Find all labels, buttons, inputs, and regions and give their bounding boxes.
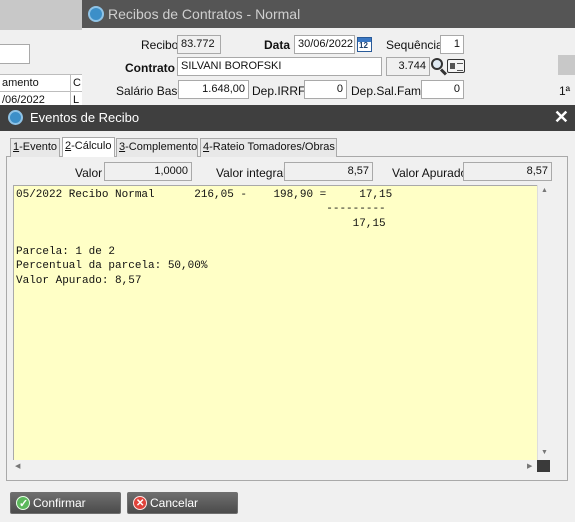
tab-rateio[interactable]: 4-Rateio Tomadores/Obras: [200, 138, 337, 157]
sequencia-label: Sequência: [386, 38, 443, 52]
vertical-scrollbar[interactable]: ▲ ▼: [537, 185, 550, 460]
scroll-left-icon[interactable]: ◀: [15, 462, 20, 470]
dep-sal-fam-field[interactable]: 0: [421, 80, 464, 99]
horizontal-scrollbar[interactable]: ◀ ▶: [13, 460, 537, 472]
confirm-button[interactable]: Confirmar: [10, 492, 121, 514]
tab-evento[interactable]: 1-Evento: [10, 138, 60, 157]
confirm-button-label: Confirmar: [33, 496, 86, 510]
app-logo-icon: [8, 110, 23, 125]
background-left-input[interactable]: [0, 44, 30, 64]
calculation-text: 05/2022 Recibo Normal 216,05 - 198,90 = …: [16, 189, 393, 287]
salario-base-field[interactable]: 1.648,00: [178, 80, 249, 99]
recibos-window-titlebar: Recibos de Contratos - Normal: [82, 0, 575, 28]
scroll-right-icon[interactable]: ▶: [527, 462, 532, 470]
background-left-window: amento C /06/2022 L: [0, 0, 84, 110]
dep-irrf-field[interactable]: 0: [304, 80, 347, 99]
dialog-footer: Confirmar Cancelar: [0, 488, 575, 522]
eventos-dialog: Eventos de Recibo ✕ 1-Evento 2-Cálculo 3…: [0, 105, 575, 522]
valor-integral-label: Valor integral: [216, 166, 286, 180]
contract-card-icon[interactable]: [447, 59, 465, 73]
tab-complemento-label: -Complemento: [125, 141, 198, 153]
scroll-up-icon[interactable]: ▲: [541, 187, 548, 194]
tab-evento-label: -Evento: [19, 141, 58, 153]
data-label: Data: [264, 38, 291, 52]
dialog-titlebar: Eventos de Recibo ✕: [0, 105, 575, 131]
cancel-icon: [133, 494, 147, 514]
background-grid-header: amento C: [0, 74, 84, 93]
contrato-name-field[interactable]: SILVANI BOROFSKI: [177, 57, 382, 76]
scrollbar-corner: [537, 460, 550, 472]
tab-rateio-label: -Rateio Tomadores/Obras: [209, 141, 335, 153]
cancel-button[interactable]: Cancelar: [127, 492, 238, 514]
contrato-label: Contrato: [125, 61, 175, 75]
valor-apurado-label: Valor Apurado: [392, 166, 468, 180]
valor-apurado-field[interactable]: 8,57: [463, 162, 552, 181]
dep-irrf-label: Dep.IRRF: [252, 84, 306, 98]
grid-header-col1: amento: [2, 77, 39, 89]
contrato-code-field[interactable]: 3.744: [386, 57, 430, 76]
app-logo-icon: [88, 6, 104, 22]
background-left-toolbar: [0, 0, 84, 30]
grid-header-col2: C: [73, 77, 81, 89]
salario-base-label: Salário Base: [116, 84, 185, 98]
cancel-button-label: Cancelar: [150, 496, 199, 510]
valor-field[interactable]: 1,0000: [104, 162, 192, 181]
data-field[interactable]: 30/06/2022: [294, 35, 355, 54]
valor-label: Valor: [75, 166, 103, 180]
recibos-window-title: Recibos de Contratos - Normal: [108, 6, 301, 22]
valor-integral-field[interactable]: 8,57: [284, 162, 373, 181]
tab-complemento[interactable]: 3-Complemento: [116, 138, 198, 157]
dialog-title: Eventos de Recibo: [30, 110, 140, 125]
tab-calculo-label: -Cálculo: [71, 140, 112, 152]
close-icon[interactable]: ✕: [554, 107, 569, 128]
calendar-icon[interactable]: 12: [357, 37, 372, 52]
scroll-down-icon[interactable]: ▼: [541, 449, 548, 456]
dep-sal-fam-label: Dep.Sal.Fam.: [351, 84, 425, 98]
tab-calculo[interactable]: 2-Cálculo: [62, 137, 115, 157]
search-icon[interactable]: [430, 57, 448, 76]
side-button[interactable]: [558, 55, 575, 75]
check-icon: [16, 494, 30, 514]
installment-label: 1ª: [559, 84, 571, 98]
recibo-field[interactable]: 83.772: [177, 35, 221, 54]
recibos-window: Recibos de Contratos - Normal Recibo 83.…: [82, 0, 575, 108]
calculation-memo[interactable]: 05/2022 Recibo Normal 216,05 - 198,90 = …: [13, 185, 550, 472]
recibo-label: Recibo: [141, 38, 179, 52]
sequencia-field[interactable]: 1: [440, 35, 464, 54]
